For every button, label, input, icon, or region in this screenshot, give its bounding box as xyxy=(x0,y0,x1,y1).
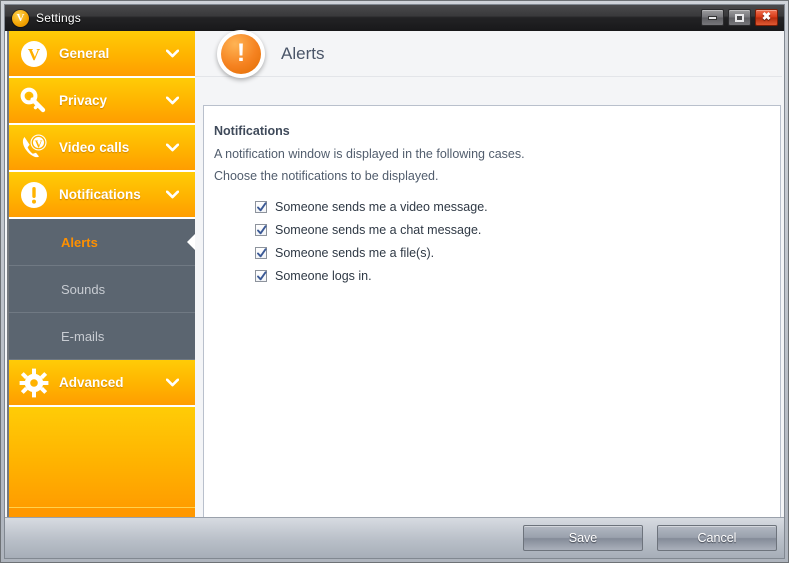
sidebar-subitem-label: Sounds xyxy=(61,281,106,297)
sidebar-item-label: Notifications xyxy=(59,187,141,202)
svg-text:V: V xyxy=(28,45,41,64)
minimize-button[interactable] xyxy=(701,9,724,26)
chevron-down-icon[interactable] xyxy=(166,143,179,151)
checkbox-file[interactable] xyxy=(255,247,267,259)
page-title: Alerts xyxy=(281,43,325,63)
exclamation-circle-icon xyxy=(221,33,261,74)
checkbox-video-message[interactable] xyxy=(255,201,267,213)
sidebar-empty-panel xyxy=(9,407,195,508)
v-circle-icon: V xyxy=(17,37,51,71)
notification-checkbox-list: Someone sends me a video message. Someon… xyxy=(255,200,780,283)
checkbox-label: Someone sends me a chat message. xyxy=(275,223,482,237)
close-button[interactable]: ✖ xyxy=(755,9,778,26)
chevron-down-icon[interactable] xyxy=(166,378,179,386)
cancel-button[interactable]: Cancel xyxy=(657,525,777,551)
check-icon xyxy=(257,225,267,235)
video-call-icon: V xyxy=(17,131,51,165)
panel-inner: Notifications A notification window is d… xyxy=(204,106,780,283)
title-bar[interactable]: Settings ✖ xyxy=(5,5,784,32)
sidebar-item-video-calls[interactable]: V Video calls xyxy=(9,125,195,172)
checkbox-row-chat-message[interactable]: Someone sends me a chat message. xyxy=(255,223,780,237)
sidebar-item-privacy[interactable]: Privacy xyxy=(9,78,195,125)
sidebar-item-label: Video calls xyxy=(59,140,130,155)
checkbox-label: Someone sends me a video message. xyxy=(275,200,488,214)
sidebar-item-label: Privacy xyxy=(59,93,108,108)
description-line-1: A notification window is displayed in th… xyxy=(214,147,525,161)
sidebar-item-label: General xyxy=(59,46,110,61)
checkbox-logs-in[interactable] xyxy=(255,270,267,282)
exclamation-circle-icon xyxy=(17,178,51,212)
footer-bar: Save Cancel xyxy=(5,517,784,558)
key-icon xyxy=(17,84,51,118)
sidebar-subitem-emails[interactable]: E-mails xyxy=(9,313,195,360)
maximize-button[interactable] xyxy=(728,9,751,26)
check-icon xyxy=(257,202,267,212)
checkbox-row-video-message[interactable]: Someone sends me a video message. xyxy=(255,200,780,214)
v-logo-icon xyxy=(12,9,29,27)
check-icon xyxy=(257,248,267,258)
alerts-header-icon xyxy=(217,29,265,78)
window-inner: Settings ✖ xyxy=(4,4,785,559)
chevron-down-icon[interactable] xyxy=(166,96,179,104)
sidebar-item-notifications[interactable]: Notifications xyxy=(9,172,195,219)
content-header: Alerts xyxy=(195,29,782,78)
settings-window: Settings ✖ xyxy=(0,0,789,563)
checkbox-chat-message[interactable] xyxy=(255,224,267,236)
sidebar-subitem-sounds[interactable]: Sounds xyxy=(9,266,195,313)
section-title: Notifications xyxy=(214,124,290,138)
checkbox-label: Someone logs in. xyxy=(275,269,372,283)
checkbox-row-logs-in[interactable]: Someone logs in. xyxy=(255,269,780,283)
checkbox-row-file[interactable]: Someone sends me a file(s). xyxy=(255,246,780,260)
gear-icon xyxy=(17,366,51,400)
check-icon xyxy=(257,271,267,281)
chevron-down-icon[interactable] xyxy=(166,49,179,57)
selection-arrow-icon xyxy=(187,233,195,251)
chevron-down-icon[interactable] xyxy=(166,190,179,198)
close-icon: ✖ xyxy=(761,11,772,23)
svg-text:V: V xyxy=(34,139,42,150)
body-area: V General Privacy V Video calls Notifica… xyxy=(5,29,784,558)
save-button[interactable]: Save xyxy=(523,525,643,551)
sidebar-subitem-label: Alerts xyxy=(61,234,98,250)
sidebar-subitem-label: E-mails xyxy=(61,328,105,344)
window-controls: ✖ xyxy=(701,9,778,26)
checkbox-label: Someone sends me a file(s). xyxy=(275,246,435,260)
sidebar: V General Privacy V Video calls Notifica… xyxy=(7,31,195,521)
sidebar-item-advanced[interactable]: Advanced xyxy=(9,360,195,407)
content-panel: Notifications A notification window is d… xyxy=(203,105,781,533)
sidebar-item-label: Advanced xyxy=(59,375,124,390)
minimize-icon xyxy=(708,15,717,20)
description-line-2: Choose the notifications to be displayed… xyxy=(214,169,439,183)
maximize-icon xyxy=(735,13,744,22)
window-title: Settings xyxy=(36,11,81,25)
sidebar-subitem-alerts[interactable]: Alerts xyxy=(9,219,195,266)
sidebar-item-general[interactable]: V General xyxy=(9,31,195,78)
